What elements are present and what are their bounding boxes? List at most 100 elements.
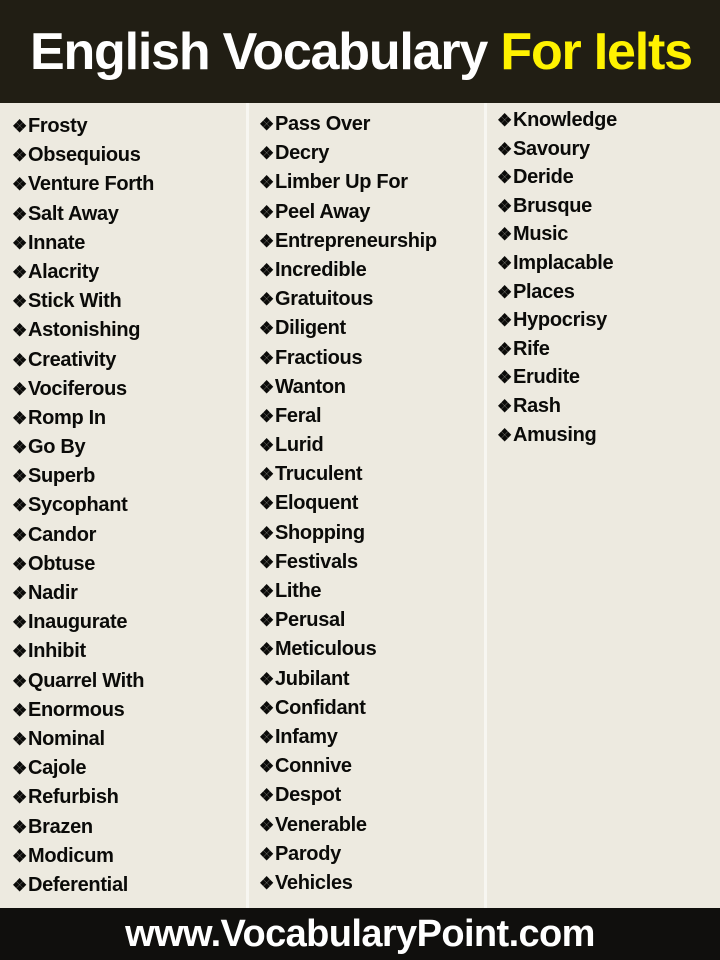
list-item: ❖ Vehicles xyxy=(259,869,484,898)
list-item: ❖ Pass Over xyxy=(259,110,484,139)
vocabulary-word: Diligent xyxy=(274,317,346,340)
vocabulary-word: Infamy xyxy=(274,725,338,748)
list-item: ❖ Places xyxy=(497,278,717,307)
list-item: ❖ Diligent xyxy=(259,314,484,343)
diamond-bullet-icon: ❖ xyxy=(12,262,27,282)
vocabulary-word: Knowledge xyxy=(512,109,617,131)
vocabulary-word: Savoury xyxy=(512,137,590,160)
vocabulary-column-1: ❖ Frosty ❖ Obsequious ❖ Venture Forth ❖ Salt Aw… xyxy=(0,103,246,908)
vocabulary-word: Romp In xyxy=(27,406,106,429)
list-item: ❖ Brazen xyxy=(12,813,246,842)
website-url: www.VocabularyPoint.com xyxy=(125,913,595,955)
list-item: ❖ Hypocrisy xyxy=(497,306,717,335)
diamond-bullet-icon: ❖ xyxy=(12,467,27,487)
diamond-bullet-icon: ❖ xyxy=(259,377,274,397)
vocabulary-word: Confidant xyxy=(274,696,366,719)
diamond-bullet-icon: ❖ xyxy=(12,525,27,545)
vocabulary-word: Inhibit xyxy=(27,640,86,663)
list-item: ❖ Vociferous xyxy=(12,375,246,404)
list-item: ❖ Limber Up For xyxy=(259,168,484,197)
diamond-bullet-icon: ❖ xyxy=(12,379,27,399)
list-item: ❖ Superb xyxy=(12,462,246,491)
vocabulary-list-1: ❖ Frosty ❖ Obsequious ❖ Venture Forth ❖ Salt Aw… xyxy=(12,112,246,900)
list-item: ❖ Feral xyxy=(259,402,484,431)
diamond-bullet-icon: ❖ xyxy=(259,727,274,747)
diamond-bullet-icon: ❖ xyxy=(497,425,512,445)
diamond-bullet-icon: ❖ xyxy=(497,111,512,130)
diamond-bullet-icon: ❖ xyxy=(497,225,512,245)
diamond-bullet-icon: ❖ xyxy=(12,875,27,895)
poster-header: English Vocabulary For Ielts xyxy=(0,0,720,103)
vocabulary-word: Quarrel With xyxy=(27,669,145,692)
vocabulary-word: Implacable xyxy=(512,251,614,274)
vocabulary-column-3: ❖ Knowledge ❖ Savoury ❖ Deride ❖ Brusque ❖ Music ❖… xyxy=(484,103,717,908)
diamond-bullet-icon: ❖ xyxy=(259,144,274,164)
list-item: ❖ Infamy xyxy=(259,723,484,752)
vocabulary-word: Astonishing xyxy=(27,319,141,342)
vocabulary-word: Salt Away xyxy=(27,202,119,225)
list-item: ❖ Despot xyxy=(259,781,484,810)
vocabulary-word: Obtuse xyxy=(27,552,96,575)
diamond-bullet-icon: ❖ xyxy=(259,494,274,514)
list-item: ❖ Savoury xyxy=(497,135,717,164)
list-item: ❖ Inaugurate xyxy=(12,608,246,637)
list-item: ❖ Romp In xyxy=(12,404,246,433)
list-item: ❖ Eloquent xyxy=(259,489,484,518)
list-item: ❖ Jubilant xyxy=(259,665,484,694)
list-item: ❖ Peel Away xyxy=(259,198,484,227)
vocabulary-word: Amusing xyxy=(512,423,597,446)
vocabulary-word: Incredible xyxy=(274,258,367,281)
vocabulary-word: Places xyxy=(512,280,575,303)
list-item: ❖ Perusal xyxy=(259,606,484,635)
diamond-bullet-icon: ❖ xyxy=(12,642,27,662)
list-item: ❖ Deride xyxy=(497,163,717,192)
list-item: ❖ Quarrel With xyxy=(12,667,246,696)
vocabulary-word: Cajole xyxy=(27,757,87,780)
list-item: ❖ Nadir xyxy=(12,579,246,608)
diamond-bullet-icon: ❖ xyxy=(259,202,274,222)
list-item: ❖ Knowledge xyxy=(497,106,717,135)
list-item: ❖ Creativity xyxy=(12,346,246,375)
vocabulary-word: Stick With xyxy=(27,290,122,313)
vocabulary-columns: ❖ Frosty ❖ Obsequious ❖ Venture Forth ❖ Salt Aw… xyxy=(0,103,720,908)
list-item: ❖ Deferential xyxy=(12,871,246,900)
vocabulary-word: Vociferous xyxy=(27,377,127,400)
diamond-bullet-icon: ❖ xyxy=(12,233,27,253)
diamond-bullet-icon: ❖ xyxy=(12,817,27,837)
vocabulary-poster: English Vocabulary For Ielts ❖ Frosty ❖ Obs… xyxy=(0,0,720,960)
diamond-bullet-icon: ❖ xyxy=(259,698,274,718)
list-item: ❖ Go By xyxy=(12,433,246,462)
vocabulary-word: Connive xyxy=(274,755,352,778)
poster-footer: www.VocabularyPoint.com xyxy=(0,908,720,960)
diamond-bullet-icon: ❖ xyxy=(259,757,274,777)
list-item: ❖ Implacable xyxy=(497,249,717,278)
diamond-bullet-icon: ❖ xyxy=(12,438,27,458)
vocabulary-word: Entrepreneurship xyxy=(274,229,437,252)
vocabulary-word: Deferential xyxy=(27,873,129,896)
list-item: ❖ Truculent xyxy=(259,460,484,489)
list-item: ❖ Decry xyxy=(259,139,484,168)
vocabulary-word: Inaugurate xyxy=(27,611,128,634)
diamond-bullet-icon: ❖ xyxy=(12,759,27,779)
list-item: ❖ Innate xyxy=(12,229,246,258)
diamond-bullet-icon: ❖ xyxy=(259,523,274,543)
list-item: ❖ Rife xyxy=(497,335,717,364)
vocabulary-word: Meticulous xyxy=(274,638,377,661)
diamond-bullet-icon: ❖ xyxy=(497,396,512,416)
title-main-text: English Vocabulary xyxy=(30,22,488,81)
vocabulary-word: Truculent xyxy=(274,463,363,486)
vocabulary-word: Modicum xyxy=(27,844,114,867)
vocabulary-word: Creativity xyxy=(27,348,117,371)
title-accent-text: For Ielts xyxy=(500,22,693,81)
diamond-bullet-icon: ❖ xyxy=(259,582,274,601)
diamond-bullet-icon: ❖ xyxy=(12,846,27,866)
list-item: ❖ Parody xyxy=(259,840,484,869)
vocabulary-word: Lurid xyxy=(274,434,324,457)
vocabulary-word: Fractious xyxy=(274,346,363,369)
diamond-bullet-icon: ❖ xyxy=(12,729,27,749)
page-title: English Vocabulary For Ielts xyxy=(30,22,693,81)
vocabulary-word: Perusal xyxy=(274,609,346,632)
diamond-bullet-icon: ❖ xyxy=(259,348,274,368)
list-item: ❖ Fractious xyxy=(259,344,484,373)
diamond-bullet-icon: ❖ xyxy=(12,350,27,370)
